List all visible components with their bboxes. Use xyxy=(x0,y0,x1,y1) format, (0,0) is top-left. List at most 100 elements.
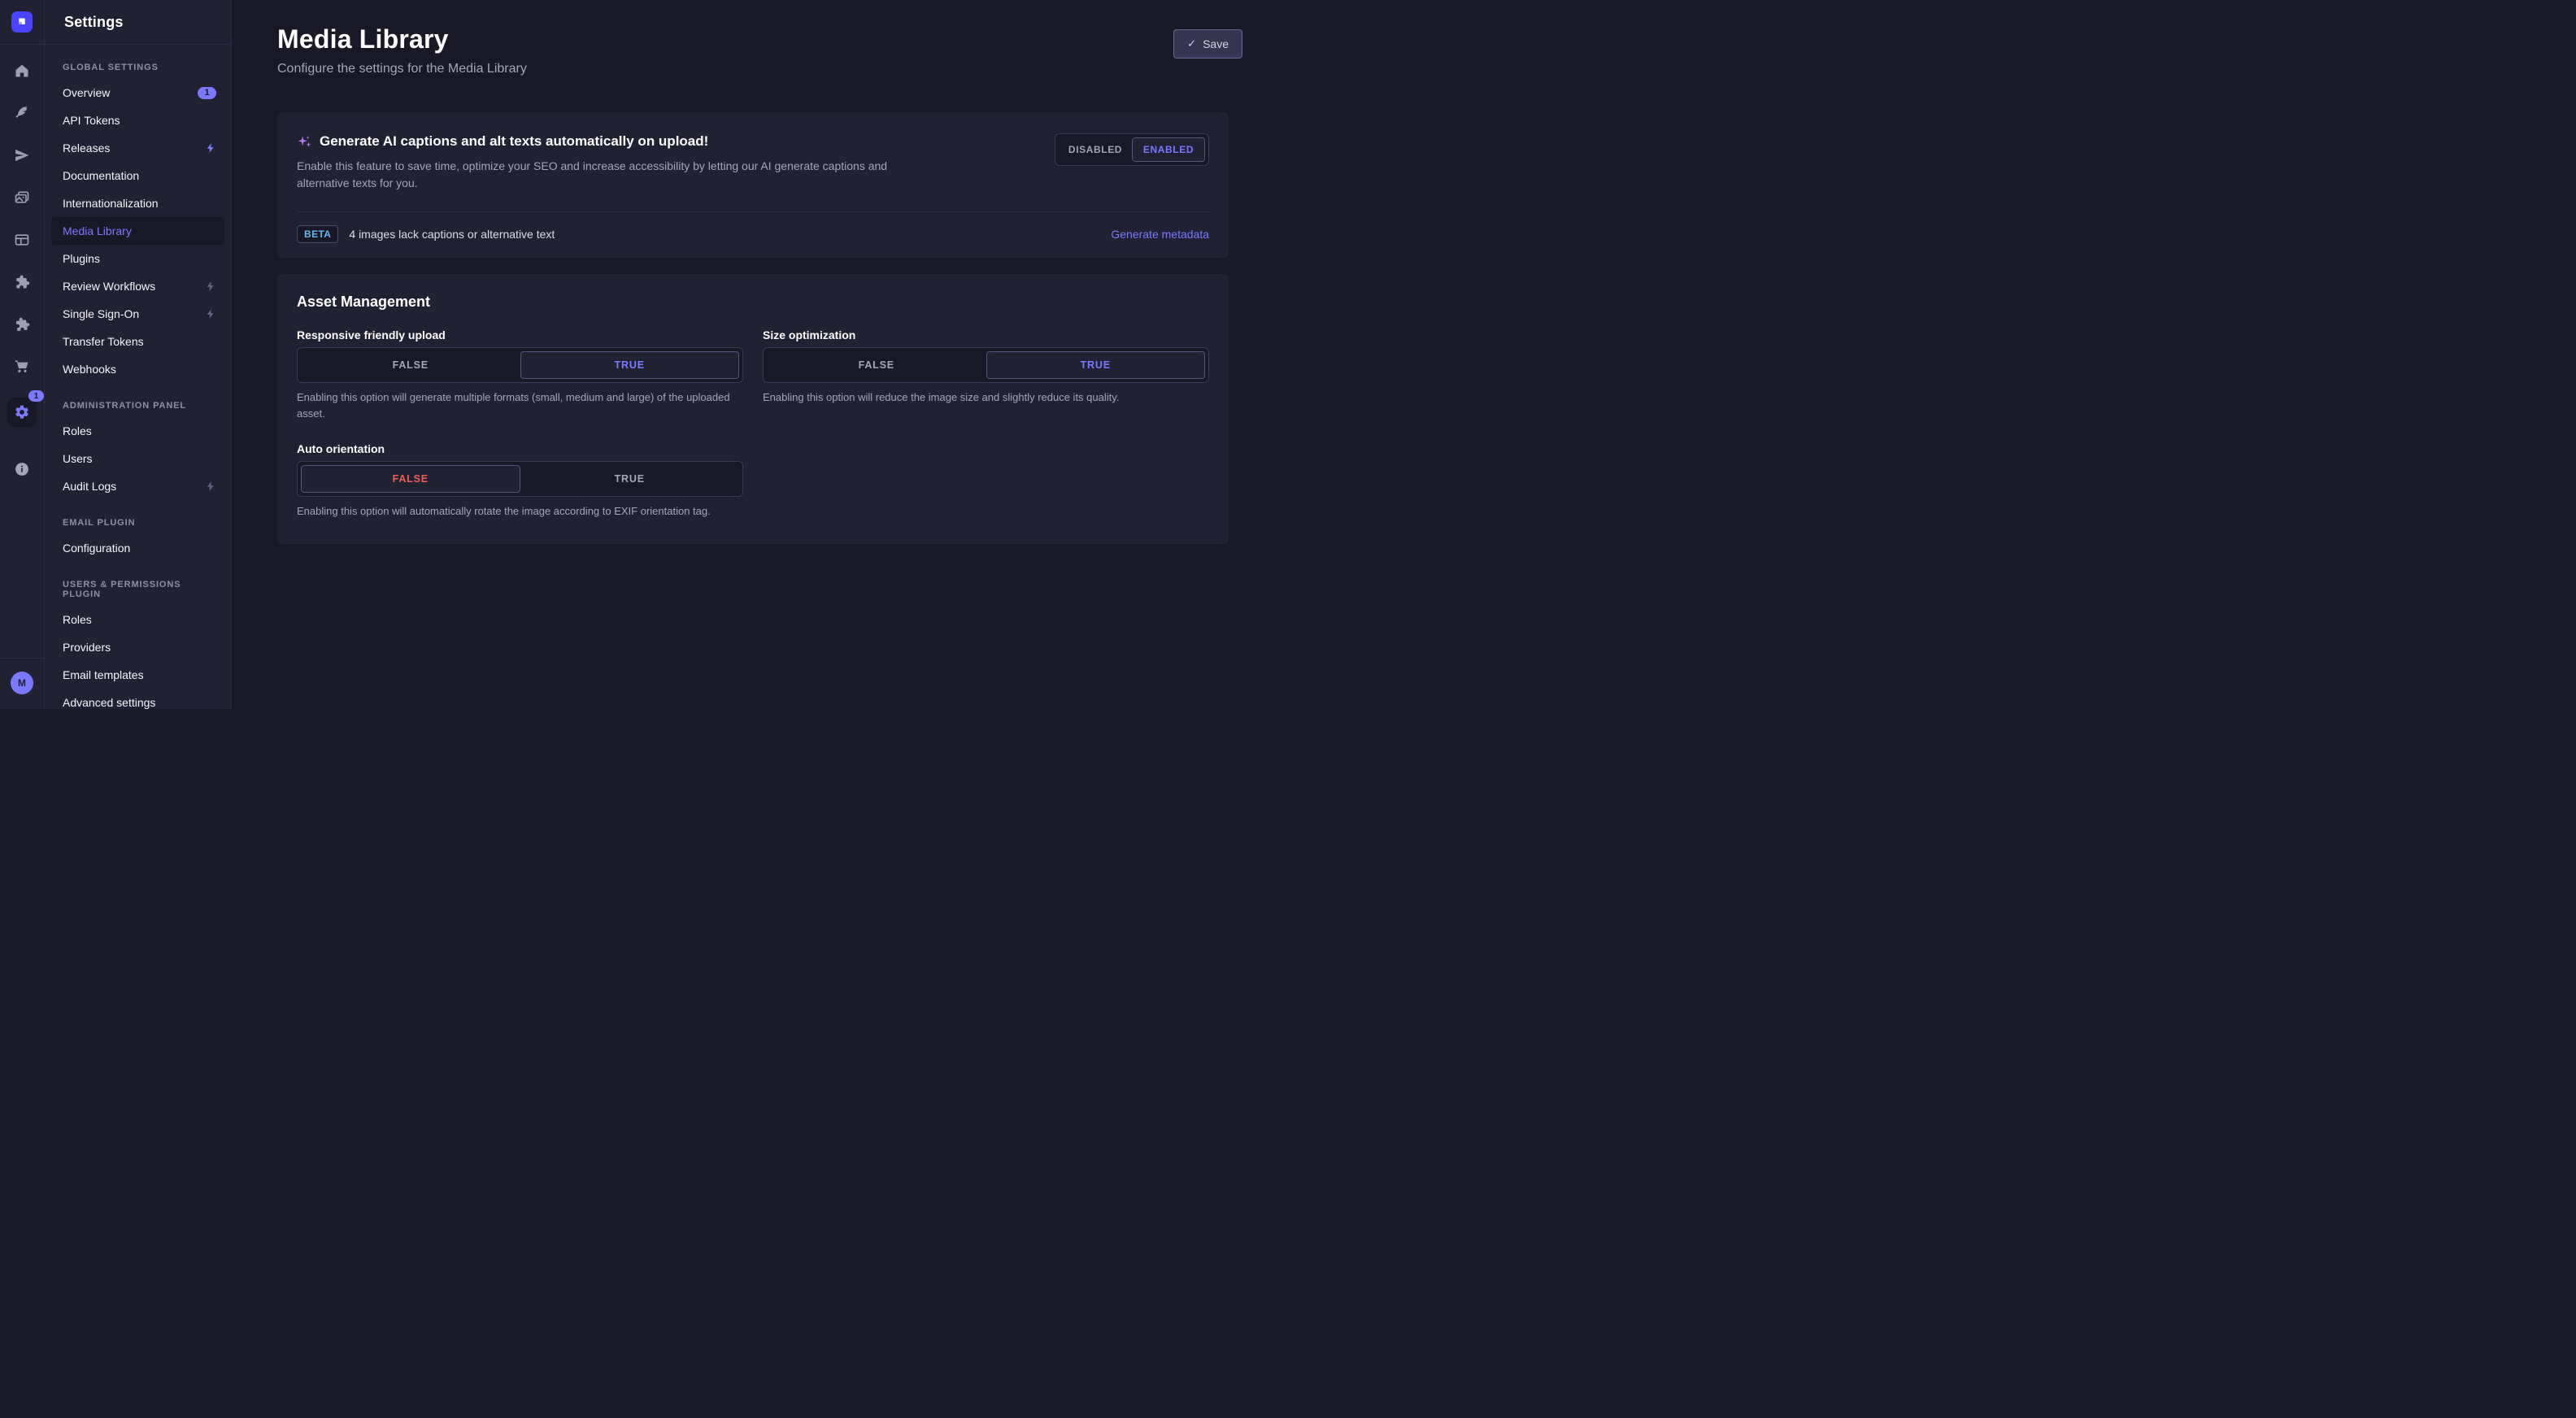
sidebar-item-label: API Tokens xyxy=(63,114,216,127)
auto-orientation-field: Auto orientation FALSE TRUE Enabling thi… xyxy=(297,442,743,520)
home-icon[interactable] xyxy=(14,63,30,79)
strapi-logo[interactable] xyxy=(11,11,33,33)
responsive-upload-label: Responsive friendly upload xyxy=(297,328,743,341)
sidebar-item-audit-logs[interactable]: Audit Logs xyxy=(51,472,224,500)
sidebar-item-label: Configuration xyxy=(63,542,216,555)
sidebar-item-overview[interactable]: Overview1 xyxy=(51,79,224,107)
asset-management-card: Asset Management Responsive friendly upl… xyxy=(277,274,1229,544)
subnav-section-label: GLOBAL SETTINGS xyxy=(63,63,213,72)
auto-orientation-false-option[interactable]: FALSE xyxy=(301,465,520,493)
marketplace-icon[interactable] xyxy=(14,316,30,333)
settings-subnav: Settings GLOBAL SETTINGS Overview1 API Tok… xyxy=(45,0,232,709)
strapi-logo-glyph xyxy=(15,15,29,29)
sidebar-item-label: Providers xyxy=(63,641,216,654)
lightning-icon xyxy=(205,281,216,292)
sidebar-item-documentation[interactable]: Documentation xyxy=(51,162,224,189)
info-icon[interactable] xyxy=(14,461,30,477)
sidebar-item-label: Media Library xyxy=(63,224,216,237)
auto-orientation-true-option[interactable]: TRUE xyxy=(520,465,740,493)
responsive-upload-true-option[interactable]: TRUE xyxy=(520,351,740,379)
sidebar-item-configuration[interactable]: Configuration xyxy=(51,534,224,562)
responsive-upload-toggle[interactable]: FALSE TRUE xyxy=(297,347,743,383)
check-icon: ✓ xyxy=(1187,37,1196,50)
notification-count-badge: 1 xyxy=(198,87,216,99)
save-button-label: Save xyxy=(1203,37,1229,50)
sidebar-item-transfer-tokens[interactable]: Transfer Tokens xyxy=(51,328,224,355)
settings-icon[interactable]: 1 xyxy=(7,398,37,427)
main-content: Media Library Configure the settings for… xyxy=(232,0,1288,709)
responsive-upload-false-option[interactable]: FALSE xyxy=(301,351,520,379)
deploy-icon[interactable] xyxy=(14,147,30,163)
sidebar-item-label: Email templates xyxy=(63,668,216,681)
page-header: Media Library Configure the settings for… xyxy=(277,24,1242,76)
sidebar-item-label: Audit Logs xyxy=(63,480,205,493)
asset-management-title: Asset Management xyxy=(297,294,1209,311)
sidebar-item-label: Transfer Tokens xyxy=(63,335,216,348)
size-optimization-toggle[interactable]: FALSE TRUE xyxy=(763,347,1209,383)
ai-captions-card: Generate AI captions and alt texts autom… xyxy=(277,112,1229,258)
sidebar-item-media-library[interactable]: Media Library xyxy=(51,217,224,245)
sparkle-icon xyxy=(297,134,312,150)
subnav-title: Settings xyxy=(64,14,124,31)
rail-bottom: M xyxy=(0,658,44,709)
sidebar-item-label: Advanced settings xyxy=(63,696,216,709)
purchase-icon[interactable] xyxy=(14,359,30,375)
size-optimization-hint: Enabling this option will reduce the ima… xyxy=(763,389,1209,406)
beta-badge: BETA xyxy=(297,225,338,243)
sidebar-item-label: Webhooks xyxy=(63,363,216,376)
size-optimization-field: Size optimization FALSE TRUE Enabling th… xyxy=(763,328,1209,421)
sidebar-item-label: Single Sign-On xyxy=(63,307,205,320)
ai-banner-title: Generate AI captions and alt texts autom… xyxy=(320,133,708,150)
size-optimization-false-option[interactable]: FALSE xyxy=(767,351,986,379)
sidebar-item-label: Releases xyxy=(63,141,205,154)
lightning-icon xyxy=(205,308,216,320)
missing-captions-message: 4 images lack captions or alternative te… xyxy=(349,228,555,241)
sidebar-item-internationalization[interactable]: Internationalization xyxy=(51,189,224,217)
plugins-icon[interactable] xyxy=(14,274,30,290)
responsive-upload-field: Responsive friendly upload FALSE TRUE En… xyxy=(297,328,743,421)
sidebar-item-providers[interactable]: Providers xyxy=(51,633,224,661)
ai-banner-description: Enable this feature to save time, optimi… xyxy=(297,158,923,192)
sidebar-item-label: Documentation xyxy=(63,169,216,182)
user-avatar[interactable]: M xyxy=(11,672,33,694)
content-manager-icon[interactable] xyxy=(14,232,30,248)
generate-metadata-link[interactable]: Generate metadata xyxy=(1111,228,1209,241)
sidebar-item-label: Internationalization xyxy=(63,197,216,210)
logo-area xyxy=(0,0,44,45)
subnav-sections: GLOBAL SETTINGS Overview1 API Tokens Releas… xyxy=(45,45,231,709)
size-optimization-true-option[interactable]: TRUE xyxy=(986,351,1206,379)
sidebar-item-plugins[interactable]: Plugins xyxy=(51,245,224,272)
sidebar-item-users[interactable]: Users xyxy=(51,445,224,472)
sidebar-item-roles[interactable]: Roles xyxy=(51,417,224,445)
save-button[interactable]: ✓ Save xyxy=(1173,29,1242,59)
page-title: Media Library xyxy=(277,24,527,54)
ai-enable-toggle[interactable]: DISABLED ENABLED xyxy=(1055,133,1209,166)
sidebar-item-releases[interactable]: Releases xyxy=(51,134,224,162)
sidebar-item-label: Roles xyxy=(63,613,216,626)
responsive-upload-hint: Enabling this option will generate multi… xyxy=(297,389,743,421)
ai-toggle-enabled-option[interactable]: ENABLED xyxy=(1132,137,1205,162)
app-root: 1 M Settings GLOBAL SETTINGSOverview1API… xyxy=(0,0,1288,709)
rail-icon-list: 1 xyxy=(7,63,37,477)
sidebar-item-email-templates[interactable]: Email templates xyxy=(51,661,224,689)
lightning-icon xyxy=(205,142,216,154)
sidebar-item-label: Review Workflows xyxy=(63,280,205,293)
auto-orientation-label: Auto orientation xyxy=(297,442,743,455)
sidebar-item-roles[interactable]: Roles xyxy=(51,606,224,633)
media-library-icon[interactable] xyxy=(14,189,30,206)
auto-orientation-toggle[interactable]: FALSE TRUE xyxy=(297,461,743,497)
sidebar-item-api-tokens[interactable]: API Tokens xyxy=(51,107,224,134)
sidebar-item-review-workflows[interactable]: Review Workflows xyxy=(51,272,224,300)
subnav-section-label: USERS & PERMISSIONS PLUGIN xyxy=(63,580,213,599)
sidebar-item-label: Roles xyxy=(63,424,216,437)
content-type-builder-icon[interactable] xyxy=(14,105,30,121)
subnav-header: Settings xyxy=(45,0,231,45)
sidebar-item-single-sign-on[interactable]: Single Sign-On xyxy=(51,300,224,328)
sidebar-item-webhooks[interactable]: Webhooks xyxy=(51,355,224,383)
ai-toggle-disabled-option[interactable]: DISABLED xyxy=(1059,137,1132,162)
sidebar-item-label: Overview xyxy=(63,86,198,99)
auto-orientation-hint: Enabling this option will automatically … xyxy=(297,503,743,520)
sidebar-item-label: Users xyxy=(63,452,216,465)
main-nav-rail: 1 M xyxy=(0,0,45,709)
sidebar-item-advanced-settings[interactable]: Advanced settings xyxy=(51,689,224,709)
